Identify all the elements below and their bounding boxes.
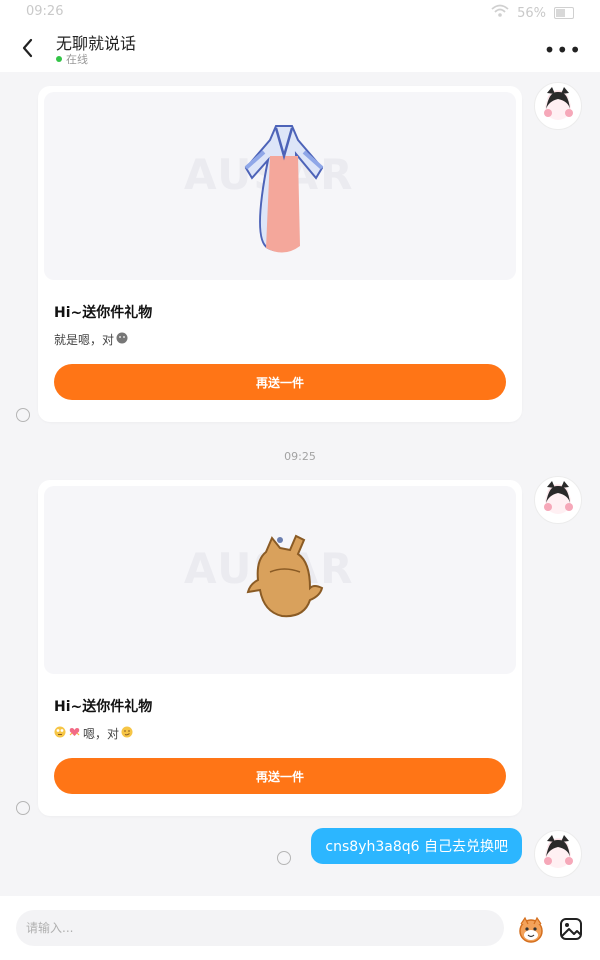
online-dot-icon xyxy=(56,56,62,62)
message-timestamp: 09:25 xyxy=(284,450,316,463)
send-again-button[interactable]: 再送一件 xyxy=(54,758,506,794)
message-bubble[interactable]: cns8yh3a8q6 自己去兑换吧 xyxy=(311,828,522,864)
message-select-radio[interactable] xyxy=(16,408,30,422)
more-icon[interactable]: ••• xyxy=(544,38,582,62)
back-arrow-icon[interactable] xyxy=(16,34,40,62)
gift-description: 嗯，对 xyxy=(54,725,133,742)
smirk-emoji-icon xyxy=(121,726,133,741)
send-again-button[interactable]: 再送一件 xyxy=(54,364,506,400)
online-label: 在线 xyxy=(66,53,88,66)
online-status: 在线 xyxy=(56,51,88,67)
gift-description: 就是嗯，对 xyxy=(54,331,128,348)
image-icon[interactable] xyxy=(559,917,583,941)
gift-description-text: 就是嗯，对 xyxy=(54,333,115,347)
gift-image: AUSAR xyxy=(44,486,516,674)
battery-level: 56% xyxy=(517,5,546,21)
chat-header: 无聊就说话 在线 ••• xyxy=(0,24,600,72)
message-input[interactable] xyxy=(16,910,504,946)
message-select-radio[interactable] xyxy=(277,851,291,865)
sticker-face-icon[interactable] xyxy=(517,916,545,944)
teapot-icon xyxy=(246,534,324,618)
message-select-radio[interactable] xyxy=(16,801,30,815)
gift-image: AUSAR xyxy=(44,92,516,280)
gift-title: Hi~送你件礼物 xyxy=(54,305,153,321)
composer-bar xyxy=(0,896,600,960)
chat-area[interactable]: AUSAR Hi~送你件礼物 就是嗯，对 再送一件 09:25 xyxy=(0,72,600,896)
battery-icon xyxy=(554,7,574,19)
hearts-emoji-icon xyxy=(68,726,81,741)
gift-description-text: 嗯，对 xyxy=(83,727,120,741)
status-bar: 09:26 56% xyxy=(0,0,600,24)
avatar[interactable] xyxy=(534,82,582,130)
rolling-eyes-emoji-icon xyxy=(54,726,66,741)
gift-card: AUSAR Hi~送你件礼物 嗯，对 再送一件 xyxy=(38,480,522,816)
avatar[interactable] xyxy=(534,476,582,524)
wifi-icon xyxy=(491,4,509,22)
avatar[interactable] xyxy=(534,830,582,878)
robe-icon xyxy=(244,125,324,253)
gift-card: AUSAR Hi~送你件礼物 就是嗯，对 再送一件 xyxy=(38,86,522,422)
gift-title: Hi~送你件礼物 xyxy=(54,699,153,715)
status-right: 56% xyxy=(491,4,574,22)
emoji-icon xyxy=(116,332,128,347)
status-time: 09:26 xyxy=(26,4,64,19)
